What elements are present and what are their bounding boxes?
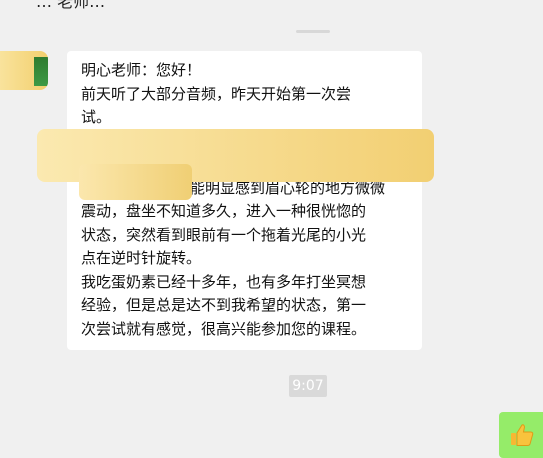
message-line: 明心老师：您好！ — [81, 61, 202, 79]
message-line: 次尝试就有感觉，很高兴能参加您的课程。 — [81, 319, 367, 338]
message-line: 经验，但是总是达不到我希望的状态，第一 — [81, 296, 367, 314]
header-fragment: … 老师… — [36, 0, 106, 11]
message-line: 震动，盘坐不知道多久，进入一种很恍惚的 — [81, 202, 367, 220]
message-line: 我吃蛋奶素已经十多年，也有多年打坐冥想 — [81, 272, 367, 291]
top-divider — [296, 30, 330, 33]
sender-avatar[interactable] — [0, 51, 48, 90]
redaction-block — [79, 164, 192, 200]
timestamp-badge: 9:07 — [289, 375, 327, 397]
message-line: 点在逆时针旋转。 — [81, 249, 202, 267]
thumbs-up-icon — [511, 424, 534, 446]
own-message-bubble[interactable] — [499, 412, 543, 458]
message-line: 试。 — [81, 108, 112, 126]
message-text: 明心老师：您好！ 前天听了大部分音频，昨天开始第一次尝 试。 能明显感到眉心轮的… — [81, 59, 417, 341]
message-line: 状态，突然看到眼前有一个拖着光尾的小光 — [81, 225, 367, 244]
avatar-photo — [34, 57, 48, 86]
message-line: 前天听了大部分音频，昨天开始第一次尝 — [81, 84, 352, 103]
